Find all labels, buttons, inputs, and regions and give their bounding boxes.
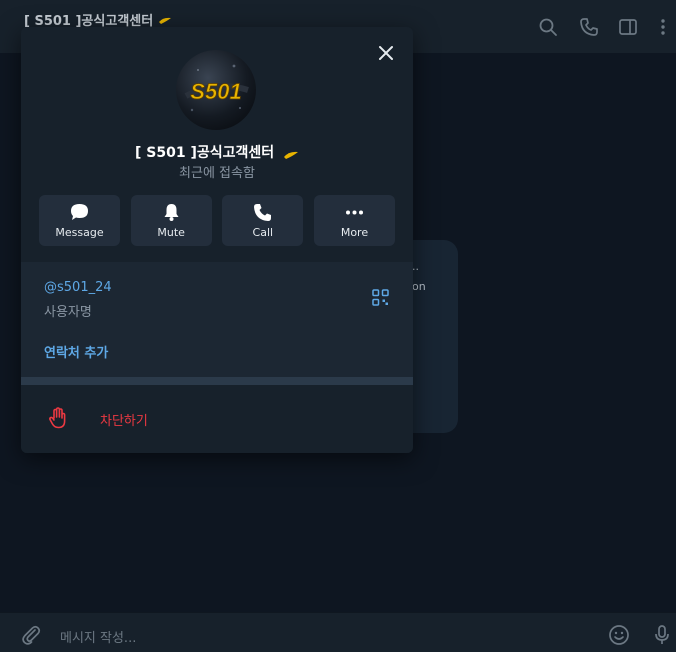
qr-code-icon[interactable] bbox=[372, 289, 389, 306]
mute-button[interactable]: Mute bbox=[130, 195, 212, 246]
composer-bar: 메시지 작성... bbox=[0, 612, 676, 652]
profile-card: S501 [ S501 ]공식고객센터 최근에 접속함 Message Mute… bbox=[21, 27, 413, 453]
profile-status: 최근에 접속함 bbox=[179, 166, 255, 181]
profile-info-section: @s501_24 사용자명 연락처 추가 bbox=[21, 262, 413, 377]
section-divider bbox=[21, 377, 413, 385]
message-button[interactable]: Message bbox=[39, 195, 120, 246]
more-button[interactable]: More bbox=[313, 195, 395, 246]
username-link[interactable]: @s501_24 bbox=[44, 280, 112, 295]
profile-actions: Message Mute Call More bbox=[39, 195, 395, 246]
search-icon[interactable] bbox=[538, 17, 558, 37]
block-user-label: 차단하기 bbox=[100, 414, 148, 429]
bell-icon bbox=[161, 202, 182, 223]
microphone-icon[interactable] bbox=[651, 624, 673, 646]
bubble-text-fragment: on bbox=[412, 280, 426, 293]
call-button-label: Call bbox=[252, 226, 274, 239]
avatar[interactable]: S501 bbox=[176, 50, 256, 130]
add-contact-button[interactable]: 연락처 추가 bbox=[44, 342, 108, 361]
phone-icon[interactable] bbox=[579, 17, 599, 37]
phone-icon bbox=[252, 202, 273, 223]
sidebar-icon[interactable] bbox=[618, 17, 638, 37]
hand-stop-icon bbox=[48, 407, 68, 429]
profile-name-text: [ S501 ]공식고객센터 bbox=[134, 145, 275, 161]
call-button[interactable]: Call bbox=[222, 195, 304, 246]
dots-icon bbox=[344, 202, 365, 223]
emoji-icon[interactable] bbox=[608, 624, 630, 646]
username-caption: 사용자명 bbox=[44, 305, 92, 320]
ribbon-icon bbox=[283, 148, 299, 159]
more-vert-icon[interactable] bbox=[653, 17, 673, 37]
more-button-label: More bbox=[340, 226, 369, 239]
chat-bubble-icon bbox=[69, 202, 90, 223]
profile-name: [ S501 ]공식고객센터 bbox=[21, 142, 413, 162]
avatar-logo-text: S501 bbox=[190, 79, 241, 104]
message-input[interactable]: 메시지 작성... bbox=[60, 627, 136, 646]
message-button-label: Message bbox=[55, 226, 104, 239]
bubble-text-fragment: .. bbox=[412, 260, 419, 273]
block-user-button[interactable]: 차단하기 bbox=[21, 385, 413, 453]
paperclip-icon[interactable] bbox=[20, 624, 42, 646]
mute-button-label: Mute bbox=[157, 226, 185, 239]
close-icon[interactable] bbox=[377, 44, 395, 62]
